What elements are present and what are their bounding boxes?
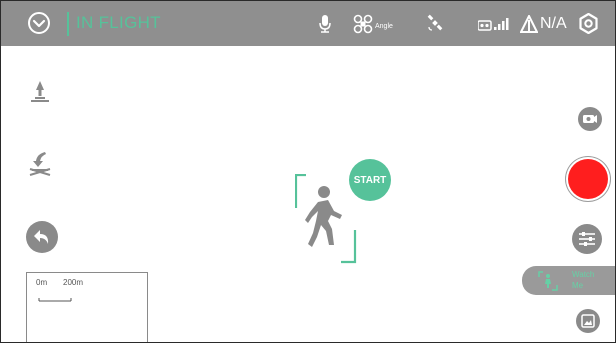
drone-status-icon[interactable] bbox=[27, 11, 51, 35]
gallery-button[interactable] bbox=[576, 309, 600, 333]
altitude-icon bbox=[519, 13, 539, 33]
gallery-icon bbox=[581, 314, 595, 328]
map-scale-start: 0m bbox=[36, 278, 48, 287]
top-status-bar: IN FLIGHT Angle N/A bbox=[1, 1, 615, 46]
map-scale-bar bbox=[38, 289, 72, 302]
map-scale-end: 200m bbox=[63, 278, 84, 287]
mini-map[interactable]: 0m 200m bbox=[26, 272, 148, 342]
adjust-button[interactable] bbox=[572, 224, 602, 254]
app-frame: IN FLIGHT Angle N/A 0m 200m START Watch … bbox=[0, 0, 616, 343]
microphone-icon[interactable] bbox=[318, 14, 332, 34]
flight-mode-label: Angle bbox=[375, 23, 393, 30]
return-home-icon bbox=[34, 230, 49, 244]
camera-switch-icon bbox=[583, 115, 597, 123]
watch-me-button[interactable]: Watch Me bbox=[522, 266, 615, 295]
person-tracking-icon bbox=[304, 185, 348, 251]
remote-signal-icon bbox=[477, 17, 510, 31]
landing-icon[interactable] bbox=[27, 149, 53, 177]
propeller-icon[interactable] bbox=[353, 14, 373, 34]
status-separator bbox=[67, 12, 69, 36]
camera-switch-button[interactable] bbox=[578, 107, 602, 131]
satellite-icon[interactable] bbox=[425, 13, 445, 33]
watch-me-label-1: Watch bbox=[572, 270, 595, 279]
start-button[interactable]: START bbox=[349, 159, 391, 201]
record-button[interactable] bbox=[568, 159, 608, 199]
watch-me-label-2: Me bbox=[572, 281, 584, 290]
return-home-button[interactable] bbox=[26, 221, 58, 253]
adjust-icon bbox=[579, 232, 595, 246]
watch-me-icon bbox=[538, 271, 558, 291]
flight-status-text: IN FLIGHT bbox=[76, 13, 161, 32]
altitude-value: N/A bbox=[540, 15, 567, 32]
takeoff-icon[interactable] bbox=[29, 79, 51, 103]
settings-icon[interactable] bbox=[578, 12, 599, 35]
